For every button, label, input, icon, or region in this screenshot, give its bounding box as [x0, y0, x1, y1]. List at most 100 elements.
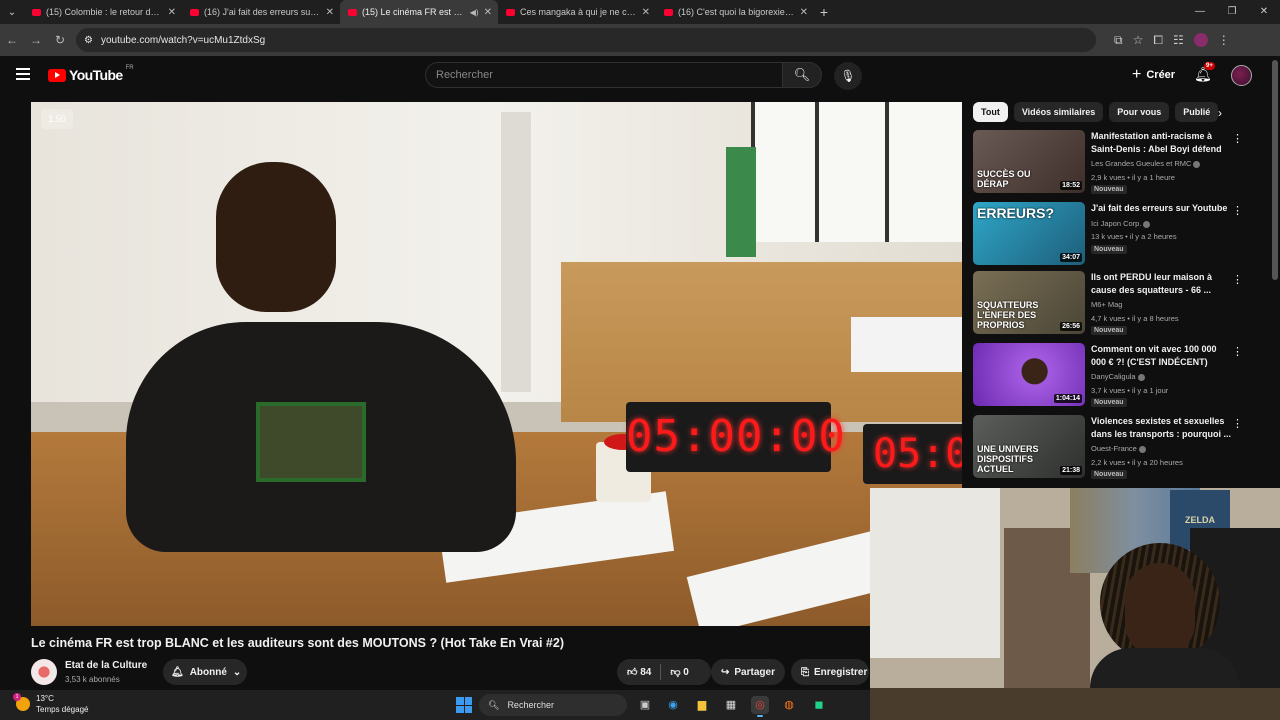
- bookmark-star-icon[interactable]: ☆: [1133, 33, 1144, 48]
- new-tab-button[interactable]: +: [814, 4, 834, 20]
- page-scrollbar[interactable]: [1272, 60, 1278, 280]
- close-tab-icon[interactable]: ✕: [168, 7, 176, 18]
- recommendation-channel[interactable]: DanyCaligula: [1091, 372, 1145, 381]
- hamburger-menu-icon[interactable]: [16, 68, 30, 80]
- profile-avatar[interactable]: [1193, 32, 1208, 47]
- close-tab-icon[interactable]: ✕: [484, 7, 492, 18]
- video-thumbnail[interactable]: SQUATTEURS L'ENFER DES PROPRIOS 26:56: [973, 271, 1085, 334]
- reload-icon[interactable]: ↻: [48, 33, 72, 47]
- thumbs-up-icon: 👍︎: [627, 667, 638, 678]
- windows-start-icon[interactable]: [456, 697, 472, 713]
- search-button[interactable]: 🔍︎: [782, 62, 822, 88]
- chrome-icon[interactable]: ◎: [751, 696, 769, 717]
- recommendation-title[interactable]: Ils ont PERDU leur maison à cause des sq…: [1091, 271, 1231, 297]
- youtube-logo[interactable]: YouTube FR: [48, 65, 134, 83]
- file-explorer-icon[interactable]: ▆: [693, 696, 711, 714]
- recommendation-item[interactable]: SQUATTEURS L'ENFER DES PROPRIOS 26:56 Il…: [973, 271, 1243, 335]
- recommendation-item[interactable]: UNE UNIVERS DISPOSITIFS ACTUEL 21:38 Vio…: [973, 415, 1243, 479]
- edge-icon[interactable]: ◉: [664, 696, 682, 714]
- more-options-icon[interactable]: ⋮: [1232, 132, 1243, 145]
- forward-icon[interactable]: →: [24, 33, 48, 47]
- verified-icon: [1143, 220, 1151, 228]
- close-tab-icon[interactable]: ✕: [800, 7, 808, 18]
- close-tab-icon[interactable]: ✕: [642, 7, 650, 18]
- recommendation-title[interactable]: Manifestation anti-racisme à Saint-Denis…: [1091, 130, 1231, 157]
- browser-tab[interactable]: Ces mangaka à qui je ne confie ✕: [498, 0, 656, 24]
- recommendation-channel[interactable]: Ouest-France: [1091, 444, 1146, 453]
- recommendation-channel[interactable]: Ici Japon Corp.: [1091, 219, 1151, 228]
- chevron-right-icon[interactable]: ›: [1218, 106, 1222, 120]
- chip-for-you[interactable]: Pour vous: [1109, 102, 1170, 122]
- browser-tab[interactable]: (16) C'est quoi la bigorexie ? Et ✕: [656, 0, 814, 24]
- recommendation-title[interactable]: Violences sexistes et sexuelles dans les…: [1091, 415, 1231, 441]
- more-options-icon[interactable]: ⋮: [1232, 417, 1243, 430]
- chip-all[interactable]: Tout: [973, 102, 1008, 122]
- dislike-button[interactable]: 👎︎ 0: [670, 666, 689, 678]
- firefox-icon[interactable]: ◍: [780, 696, 798, 714]
- new-badge: Nouveau: [1091, 470, 1127, 479]
- share-button[interactable]: ↪ Partager: [711, 659, 785, 685]
- scene-window: [751, 102, 962, 242]
- minimize-icon[interactable]: —: [1184, 0, 1216, 24]
- search-icon: 🔍︎: [793, 67, 811, 82]
- channel-name[interactable]: Etat de la Culture: [65, 660, 147, 671]
- channel-avatar[interactable]: [31, 659, 57, 685]
- like-button[interactable]: 👍︎ 84: [627, 666, 651, 678]
- video-thumbnail[interactable]: ERREURS? 34:07: [973, 202, 1085, 265]
- maximize-icon[interactable]: ❐: [1216, 0, 1248, 24]
- browser-tab[interactable]: (15) Colombie : le retour des en ✕: [24, 0, 182, 24]
- recommendation-meta: 4,7 k vues • il y a 8 heures: [1091, 314, 1179, 323]
- thumbs-down-icon: 👎︎: [670, 667, 681, 678]
- recommendation-channel[interactable]: Les Grandes Gueules et RMC: [1091, 159, 1201, 168]
- store-icon[interactable]: ▦: [722, 696, 740, 714]
- recommendation-channel[interactable]: M6+ Mag: [1091, 300, 1122, 309]
- recommendation-meta: 2,2 k vues • il y a 20 heures: [1091, 458, 1183, 467]
- scene-balls-box: [851, 317, 962, 372]
- recommendation-item[interactable]: SUCCÈS OU DÉRAP 18:52 Manifestation anti…: [973, 130, 1243, 194]
- browser-tab-active[interactable]: (15) Le cinéma FR est trop ◀) ✕: [340, 0, 498, 24]
- browser-menu-icon[interactable]: ⋮: [1218, 33, 1230, 48]
- video-thumbnail[interactable]: UNE UNIVERS DISPOSITIFS ACTUEL 21:38: [973, 415, 1085, 478]
- back-icon[interactable]: ←: [0, 33, 24, 47]
- weather-widget[interactable]: 1 13°C Temps dégagé: [13, 693, 88, 715]
- speaker-icon[interactable]: ◀): [470, 8, 479, 17]
- app-icon[interactable]: ◼: [810, 696, 828, 714]
- close-window-icon[interactable]: ✕: [1248, 0, 1280, 24]
- recommendation-item[interactable]: ERREURS? 34:07 J'ai fait des erreurs sur…: [973, 202, 1243, 266]
- video-thumbnail[interactable]: 1:04:14: [973, 343, 1085, 406]
- more-options-icon[interactable]: ⋮: [1232, 345, 1243, 358]
- voice-search-button[interactable]: 🎙︎: [834, 62, 862, 90]
- search-input[interactable]: Rechercher: [425, 62, 782, 88]
- recommendation-title[interactable]: J'ai fait des erreurs sur Youtube: [1091, 202, 1231, 215]
- tab-groups-icon[interactable]: ☷: [1173, 33, 1184, 48]
- notifications-button[interactable]: 🔔︎ 9+: [1194, 62, 1215, 83]
- recommendation-item[interactable]: 1:04:14 Comment on vit avec 100 000 000 …: [973, 343, 1243, 407]
- install-app-icon[interactable]: ⧉: [1114, 33, 1123, 48]
- save-button[interactable]: ⎘ Enregistrer: [791, 659, 869, 685]
- create-button[interactable]: + Créer: [1126, 64, 1181, 86]
- account-avatar[interactable]: [1231, 65, 1252, 86]
- close-tab-icon[interactable]: ✕: [326, 7, 334, 18]
- more-options-icon[interactable]: ⋮: [1232, 273, 1243, 286]
- taskbar-search[interactable]: 🔍︎ Rechercher: [479, 694, 627, 716]
- subscribed-button[interactable]: 🔔︎ Abonné ⌄: [163, 659, 247, 685]
- video-thumbnail[interactable]: SUCCÈS OU DÉRAP 18:52: [973, 130, 1085, 193]
- site-info-icon[interactable]: ⚙: [84, 35, 93, 46]
- task-view-icon[interactable]: ▣: [636, 696, 654, 714]
- recommendation-meta: 13 k vues • il y a 2 heures: [1091, 232, 1177, 241]
- duration-badge: 1:04:14: [1053, 394, 1082, 403]
- tab-search-dropdown-icon[interactable]: ⌄: [0, 0, 24, 24]
- chip-related[interactable]: Vidéos similaires: [1013, 102, 1104, 122]
- more-options-icon[interactable]: ⋮: [1232, 204, 1243, 217]
- bookmark-icon: ⎘: [801, 666, 809, 678]
- extensions-icon[interactable]: ⧠: [1153, 33, 1163, 48]
- browser-tab[interactable]: (16) J'ai fait des erreurs sur You ✕: [182, 0, 340, 24]
- video-player[interactable]: 05:00:00 05:0: [31, 102, 962, 626]
- url-text: youtube.com/watch?v=ucMu1ZtdxSg: [100, 34, 266, 46]
- chip-published[interactable]: Publié: [1175, 102, 1219, 122]
- address-bar[interactable]: ⚙ youtube.com/watch?v=ucMu1ZtdxSg: [76, 28, 1096, 52]
- recommendation-title[interactable]: Comment on vit avec 100 000 000 € ?! (C'…: [1091, 343, 1231, 369]
- search-icon: 🔍︎: [488, 699, 500, 710]
- new-badge: Nouveau: [1091, 398, 1127, 407]
- webcam-face: [1125, 563, 1195, 658]
